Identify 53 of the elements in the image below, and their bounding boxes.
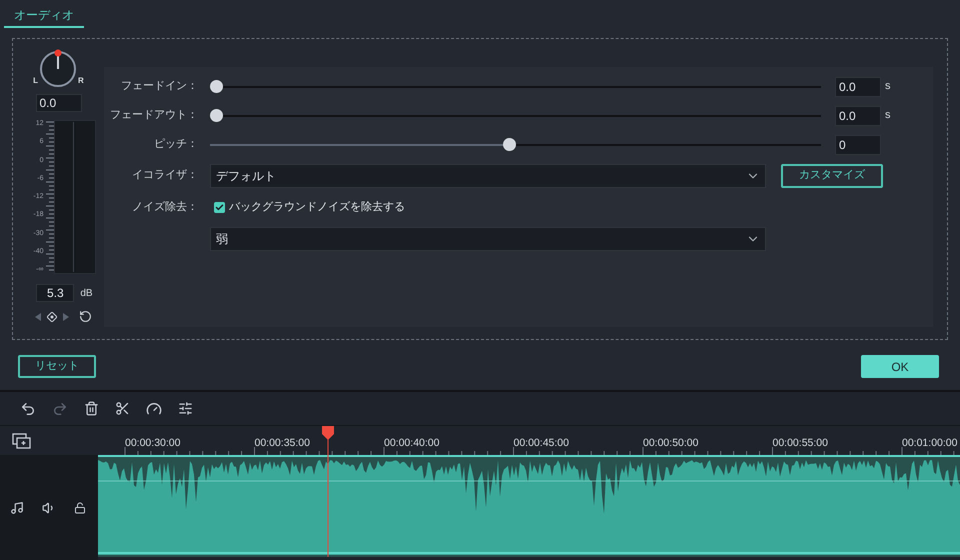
- delete-icon[interactable]: [84, 401, 99, 416]
- playhead[interactable]: [321, 426, 335, 557]
- value-field[interactable]: 0.0: [835, 76, 881, 96]
- unit-label: s: [884, 108, 892, 124]
- dropdown[interactable]: 弱: [210, 227, 766, 251]
- checkbox[interactable]: [214, 202, 225, 212]
- add-track-icon[interactable]: [12, 432, 32, 448]
- time-label: 00:00:55:00: [772, 437, 828, 449]
- unit-label: dB: [80, 286, 93, 300]
- reset-icon[interactable]: [78, 310, 92, 323]
- right-label: R: [78, 75, 84, 87]
- dropdown[interactable]: デフォルト: [210, 164, 766, 188]
- value-field[interactable]: 0.0: [835, 106, 881, 126]
- time-label: 00:00:40:00: [384, 437, 440, 449]
- unit-label: s: [884, 79, 892, 94]
- previous-keyframe-icon[interactable]: [34, 312, 42, 320]
- checkbox-label: バックグラウンドノイズを除去する: [229, 200, 405, 215]
- value-field[interactable]: 0: [835, 134, 881, 154]
- slider-thumb[interactable]: [210, 80, 223, 93]
- slider-track[interactable]: [210, 138, 821, 152]
- slider-thumb[interactable]: [503, 138, 516, 151]
- setting-label: イコライザ：: [131, 168, 199, 184]
- keyframe-icon[interactable]: [46, 312, 56, 322]
- tab[interactable]: オーディオ: [4, 6, 84, 28]
- slider-track[interactable]: [210, 80, 821, 94]
- speed-gauge-icon[interactable]: [146, 400, 162, 416]
- unlock-icon[interactable]: [74, 502, 86, 514]
- music-note-icon: [10, 500, 24, 514]
- time-label: 00:00:50:00: [643, 437, 698, 449]
- next-keyframe-icon[interactable]: [62, 312, 70, 320]
- redo-icon[interactable]: [52, 400, 68, 416]
- reset-button[interactable]: リセット: [18, 355, 96, 378]
- customize-button[interactable]: カスタマイズ: [781, 164, 883, 188]
- time-label: 00:00:35:00: [254, 437, 310, 449]
- setting-label: ピッチ：: [153, 137, 199, 152]
- check-icon: [215, 202, 224, 212]
- setting-label: フェードイン：: [120, 79, 199, 94]
- undo-icon[interactable]: [20, 400, 36, 416]
- setting-label: ノイズ除去：: [131, 200, 199, 215]
- scissors-icon[interactable]: [115, 401, 130, 416]
- left-label: L: [33, 75, 38, 87]
- pan-value-field[interactable]: 0.0: [36, 94, 82, 112]
- pan-knob[interactable]: [38, 49, 78, 89]
- audio-waveform[interactable]: [98, 455, 960, 557]
- slider-thumb[interactable]: [210, 109, 223, 122]
- time-label: 00:01:00:00: [902, 437, 958, 449]
- time-label: 00:00:45:00: [514, 437, 569, 449]
- ok-button[interactable]: OK: [861, 355, 939, 378]
- slider-track[interactable]: [210, 108, 821, 122]
- time-label: 00:00:30:00: [125, 437, 180, 449]
- setting-label: フェードアウト：: [109, 108, 199, 124]
- adjust-icon[interactable]: [178, 401, 193, 416]
- gain-value-field[interactable]: 5.3: [36, 284, 74, 302]
